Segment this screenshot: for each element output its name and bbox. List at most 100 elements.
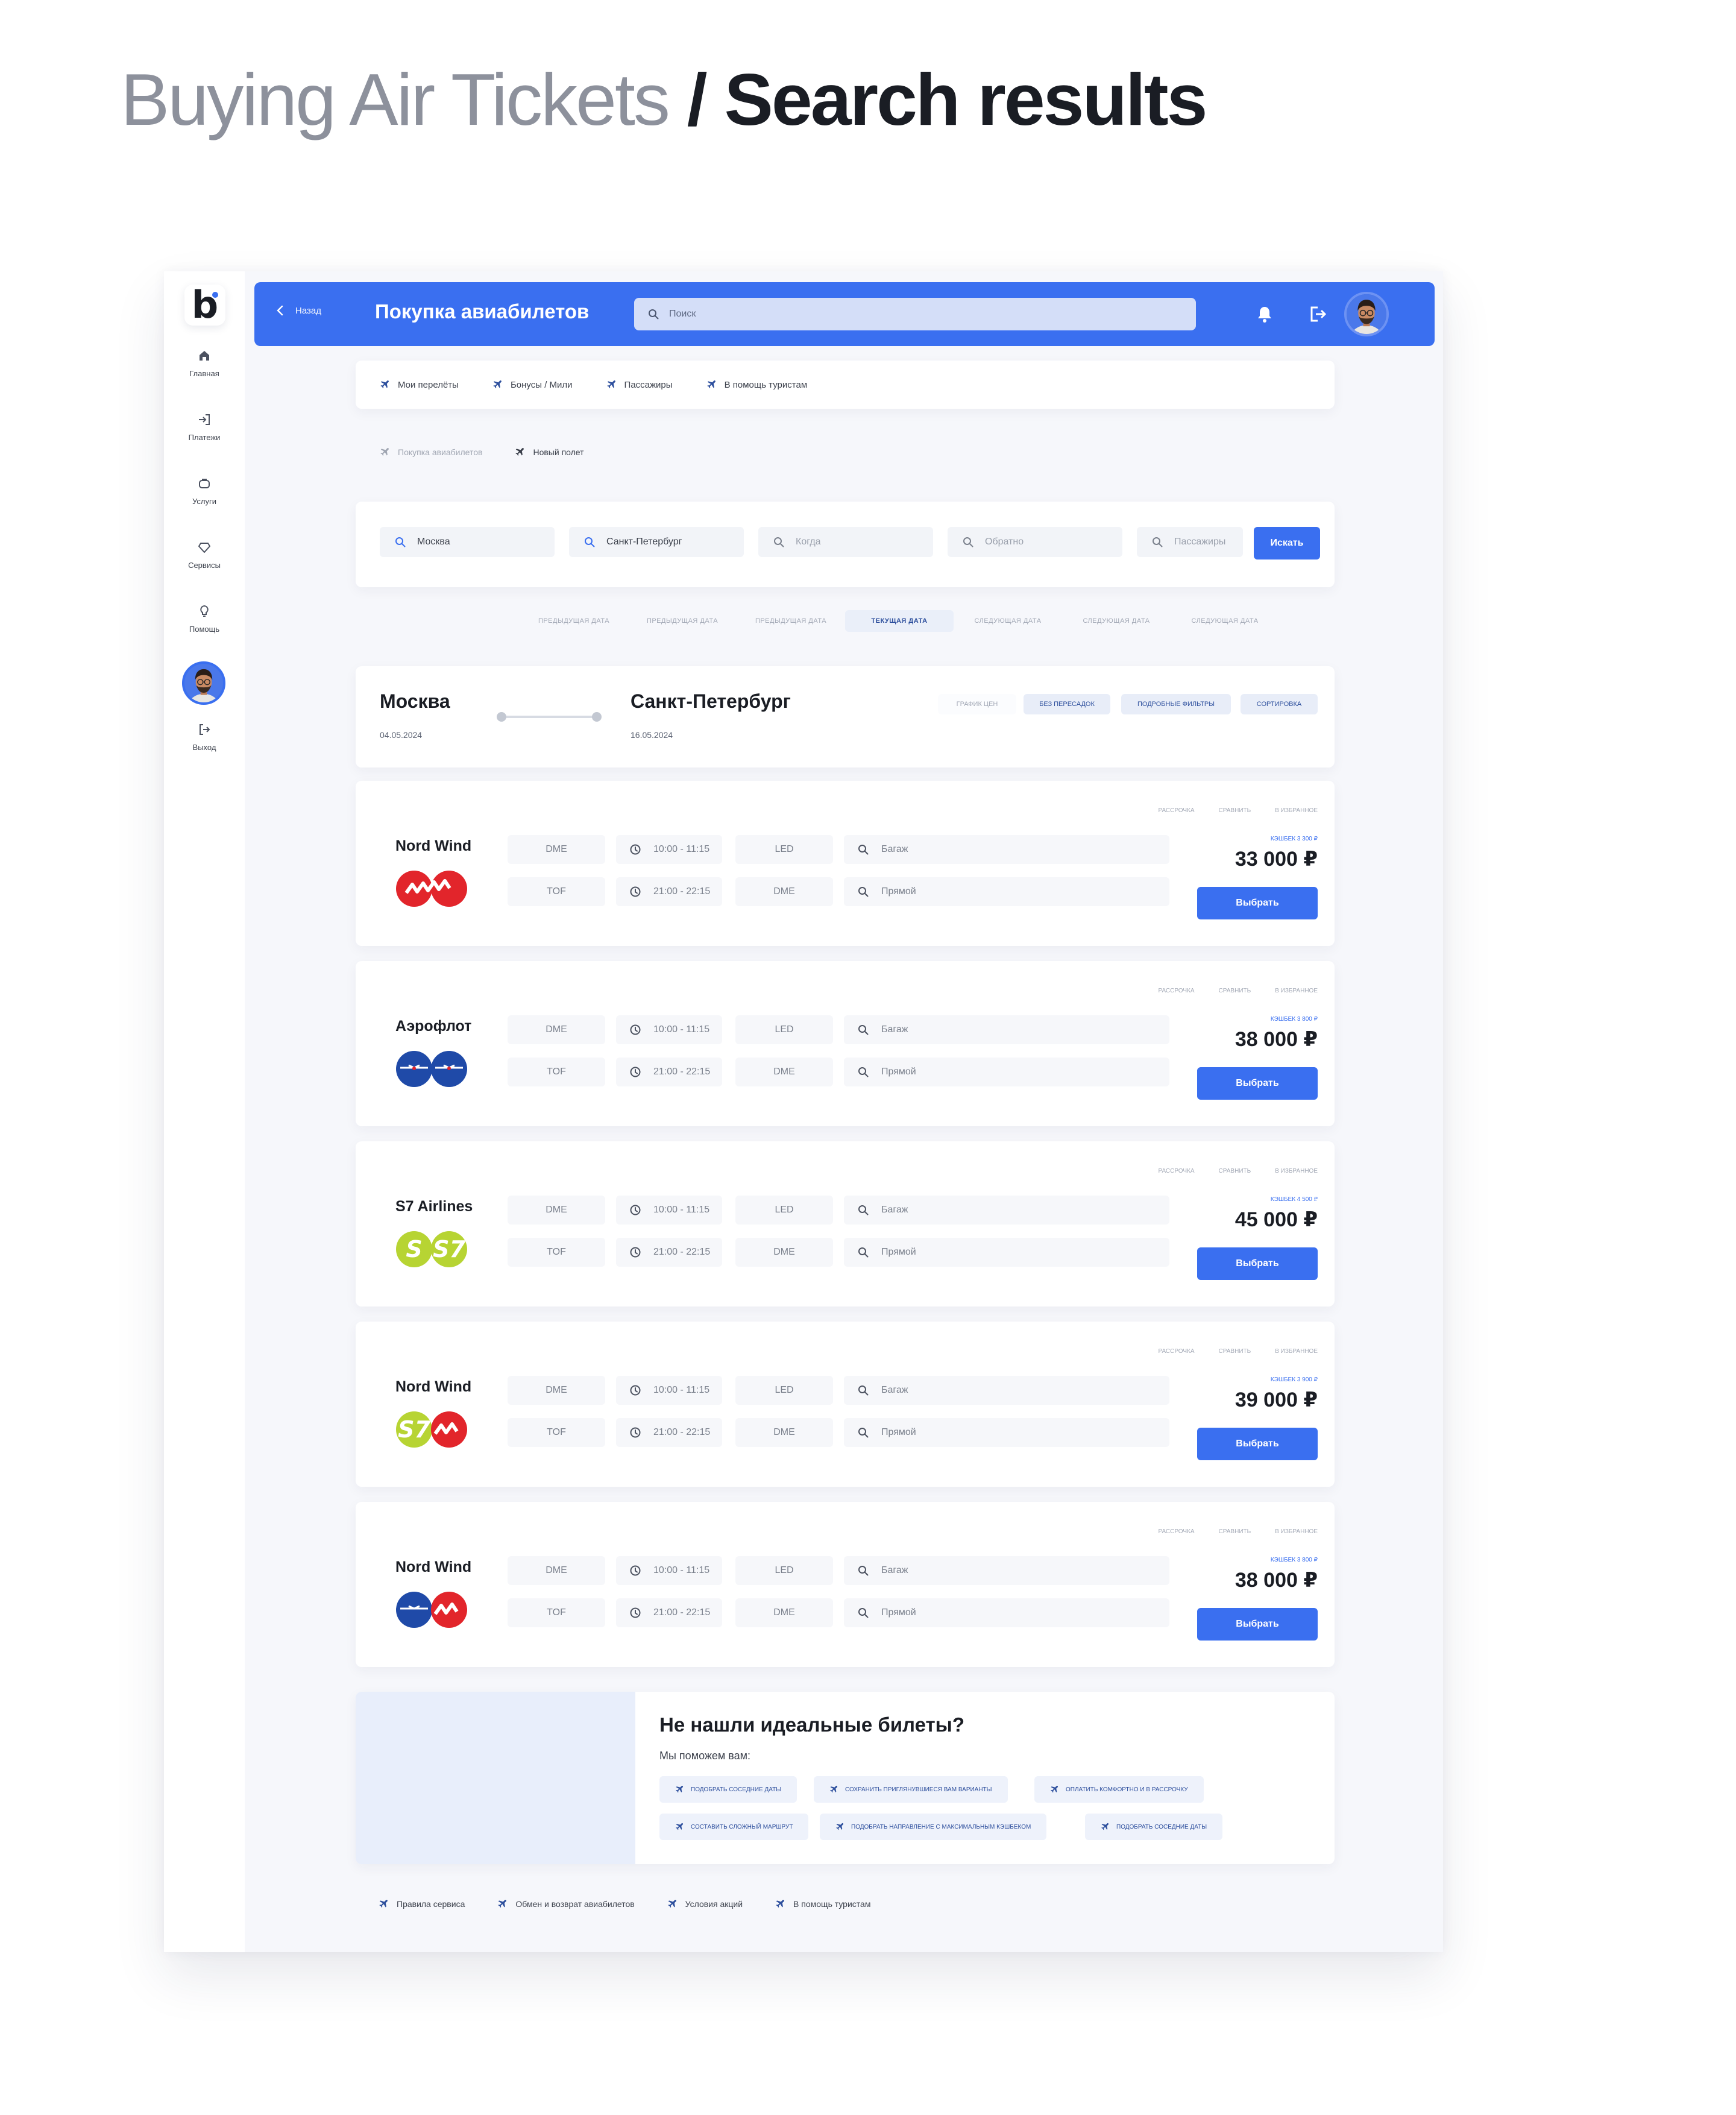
help-illustration xyxy=(356,1692,635,1864)
compare-link[interactable]: Сравнить xyxy=(1219,1348,1251,1355)
route-from-city: Москва xyxy=(380,690,450,712)
departure-airport: DME xyxy=(508,1015,605,1044)
sidebar-item-label: Помощь xyxy=(189,625,220,634)
compare-link[interactable]: Сравнить xyxy=(1219,807,1251,814)
time-range: 21:00 - 22:15 xyxy=(653,1607,711,1618)
sidebar-item-help[interactable]: Помощь xyxy=(164,604,245,634)
return-input[interactable]: Обратно xyxy=(948,527,1122,557)
sort-button[interactable]: Сортировка xyxy=(1241,694,1318,714)
breadcrumb-current: Новый полет xyxy=(515,447,584,457)
flight-time: 10:00 - 11:15 xyxy=(616,1196,722,1225)
date-tab-next[interactable]: Следующая дата xyxy=(1062,610,1171,632)
help-chip[interactable]: Оплатить комфортно и в рассрочку xyxy=(1034,1776,1204,1803)
installment-link[interactable]: Рассрочка xyxy=(1158,988,1194,994)
tab-tourist-help[interactable]: В помощь туристам xyxy=(706,380,807,390)
footer-link[interactable]: Условия акций xyxy=(667,1899,743,1909)
user-avatar[interactable] xyxy=(1344,292,1389,336)
departure-airport: DME xyxy=(508,1376,605,1405)
plane-icon xyxy=(706,380,716,389)
app-logo[interactable]: b xyxy=(184,285,225,326)
avatar[interactable] xyxy=(182,661,225,705)
favorites-link[interactable]: В избранное xyxy=(1275,807,1318,814)
time-range: 21:00 - 22:15 xyxy=(653,1067,711,1077)
date-tab-prev[interactable]: Предыдущая дата xyxy=(628,610,737,632)
from-input[interactable]: Москва xyxy=(380,527,555,557)
select-button[interactable]: Выбрать xyxy=(1197,1247,1318,1280)
tab-bonuses[interactable]: Бонусы / Мили xyxy=(492,380,573,390)
sidebar-item-logout[interactable]: Выход xyxy=(164,722,245,752)
arrival-airport: LED xyxy=(735,1196,833,1225)
select-button[interactable]: Выбрать xyxy=(1197,1608,1318,1641)
installment-link[interactable]: Рассрочка xyxy=(1158,807,1194,814)
cashback-label: Кэшбек 3 900 ₽ xyxy=(1270,1376,1318,1383)
chip-label: Сохранить приглянувшиеся вам варианты xyxy=(845,1786,992,1793)
back-button[interactable]: Назад xyxy=(276,305,321,316)
sidebar-item-label: Услуги xyxy=(192,497,216,506)
flight-time: 10:00 - 11:15 xyxy=(616,1556,722,1585)
header-search-input[interactable]: Поиск xyxy=(634,298,1196,330)
tab-passengers[interactable]: Пассажиры xyxy=(606,380,673,390)
heading-separator: / xyxy=(668,58,725,140)
breadcrumb-item[interactable]: Покупка авиабилетов xyxy=(380,447,482,457)
footer-link[interactable]: В помощь туристам xyxy=(775,1899,870,1909)
select-button[interactable]: Выбрать xyxy=(1197,887,1318,919)
option-label: Багаж xyxy=(881,1024,908,1035)
help-chip[interactable]: Подобрать соседние даты xyxy=(1085,1814,1223,1840)
favorites-link[interactable]: В избранное xyxy=(1275,988,1318,994)
price-chart-button[interactable]: График цен xyxy=(938,694,1016,714)
search-button[interactable]: Искать xyxy=(1254,527,1320,559)
installment-link[interactable]: Рассрочка xyxy=(1158,1348,1194,1355)
departure-airport: TOF xyxy=(508,1058,605,1086)
flight-time: 21:00 - 22:15 xyxy=(616,1418,722,1447)
compare-link[interactable]: Сравнить xyxy=(1219,1528,1251,1535)
sidebar-item-home[interactable]: Главная xyxy=(164,348,245,378)
footer-link[interactable]: Обмен и возврат авиабилетов xyxy=(497,1899,635,1909)
help-chip[interactable]: Подобрать направление с максимальным кэш… xyxy=(820,1814,1047,1840)
select-button[interactable]: Выбрать xyxy=(1197,1067,1318,1100)
clock-icon xyxy=(629,1565,641,1577)
logout-icon[interactable] xyxy=(1306,303,1329,326)
option-label: Багаж xyxy=(881,1205,908,1215)
tab-my-flights[interactable]: Мои перелёты xyxy=(380,380,459,390)
cashback-label: Кэшбек 3 300 ₽ xyxy=(1270,836,1318,842)
date-tab-next[interactable]: Следующая дата xyxy=(954,610,1062,632)
when-input[interactable]: Когда xyxy=(758,527,933,557)
bell-icon[interactable] xyxy=(1253,303,1276,326)
svg-text:S: S xyxy=(406,1236,422,1262)
flight-option: Прямой xyxy=(844,1058,1169,1086)
to-input[interactable]: Санкт-Петербург xyxy=(569,527,744,557)
cashback-label: Кэшбек 3 800 ₽ xyxy=(1270,1557,1318,1563)
app-window: b Главная Платежи Услуги Сервисы Помощь … xyxy=(164,271,1443,1952)
nonstop-filter-button[interactable]: Без пересадок xyxy=(1024,694,1110,714)
sidebar-item-payments[interactable]: Платежи xyxy=(164,412,245,442)
flight-card: Nord Wind DME 10:00 - 11:15 LED Багаж TO… xyxy=(356,781,1335,946)
select-button[interactable]: Выбрать xyxy=(1197,1428,1318,1460)
date-tab-next[interactable]: Следующая дата xyxy=(1171,610,1279,632)
time-range: 21:00 - 22:15 xyxy=(653,1427,711,1437)
plane-icon xyxy=(775,1899,785,1909)
passengers-input[interactable]: Пассажиры xyxy=(1137,527,1243,557)
footer-link[interactable]: Правила сервиса xyxy=(379,1899,465,1909)
installment-link[interactable]: Рассрочка xyxy=(1158,1168,1194,1174)
option-label: Прямой xyxy=(881,1607,916,1618)
compare-link[interactable]: Сравнить xyxy=(1219,988,1251,994)
flight-option: Багаж xyxy=(844,1196,1169,1225)
installment-link[interactable]: Рассрочка xyxy=(1158,1528,1194,1535)
favorites-link[interactable]: В избранное xyxy=(1275,1528,1318,1535)
option-label: Багаж xyxy=(881,844,908,854)
plane-icon xyxy=(835,1823,844,1831)
favorites-link[interactable]: В избранное xyxy=(1275,1168,1318,1174)
arrival-airport: DME xyxy=(735,1418,833,1447)
date-tab-prev[interactable]: Предыдущая дата xyxy=(520,610,628,632)
date-tab-current[interactable]: Текущая дата xyxy=(845,610,954,632)
sidebar-item-servises-2[interactable]: Сервисы xyxy=(164,540,245,570)
detailed-filters-button[interactable]: Подробные фильтры xyxy=(1121,694,1231,714)
help-chip[interactable]: Сохранить приглянувшиеся вам варианты xyxy=(814,1776,1008,1803)
help-chip[interactable]: Подобрать соседние даты xyxy=(659,1776,797,1803)
compare-link[interactable]: Сравнить xyxy=(1219,1168,1251,1174)
tab-label: Пассажиры xyxy=(624,379,673,390)
favorites-link[interactable]: В избранное xyxy=(1275,1348,1318,1355)
date-tab-prev[interactable]: Предыдущая дата xyxy=(737,610,845,632)
sidebar-item-services[interactable]: Услуги xyxy=(164,476,245,506)
help-chip[interactable]: Составить сложный маршрут xyxy=(659,1814,809,1840)
